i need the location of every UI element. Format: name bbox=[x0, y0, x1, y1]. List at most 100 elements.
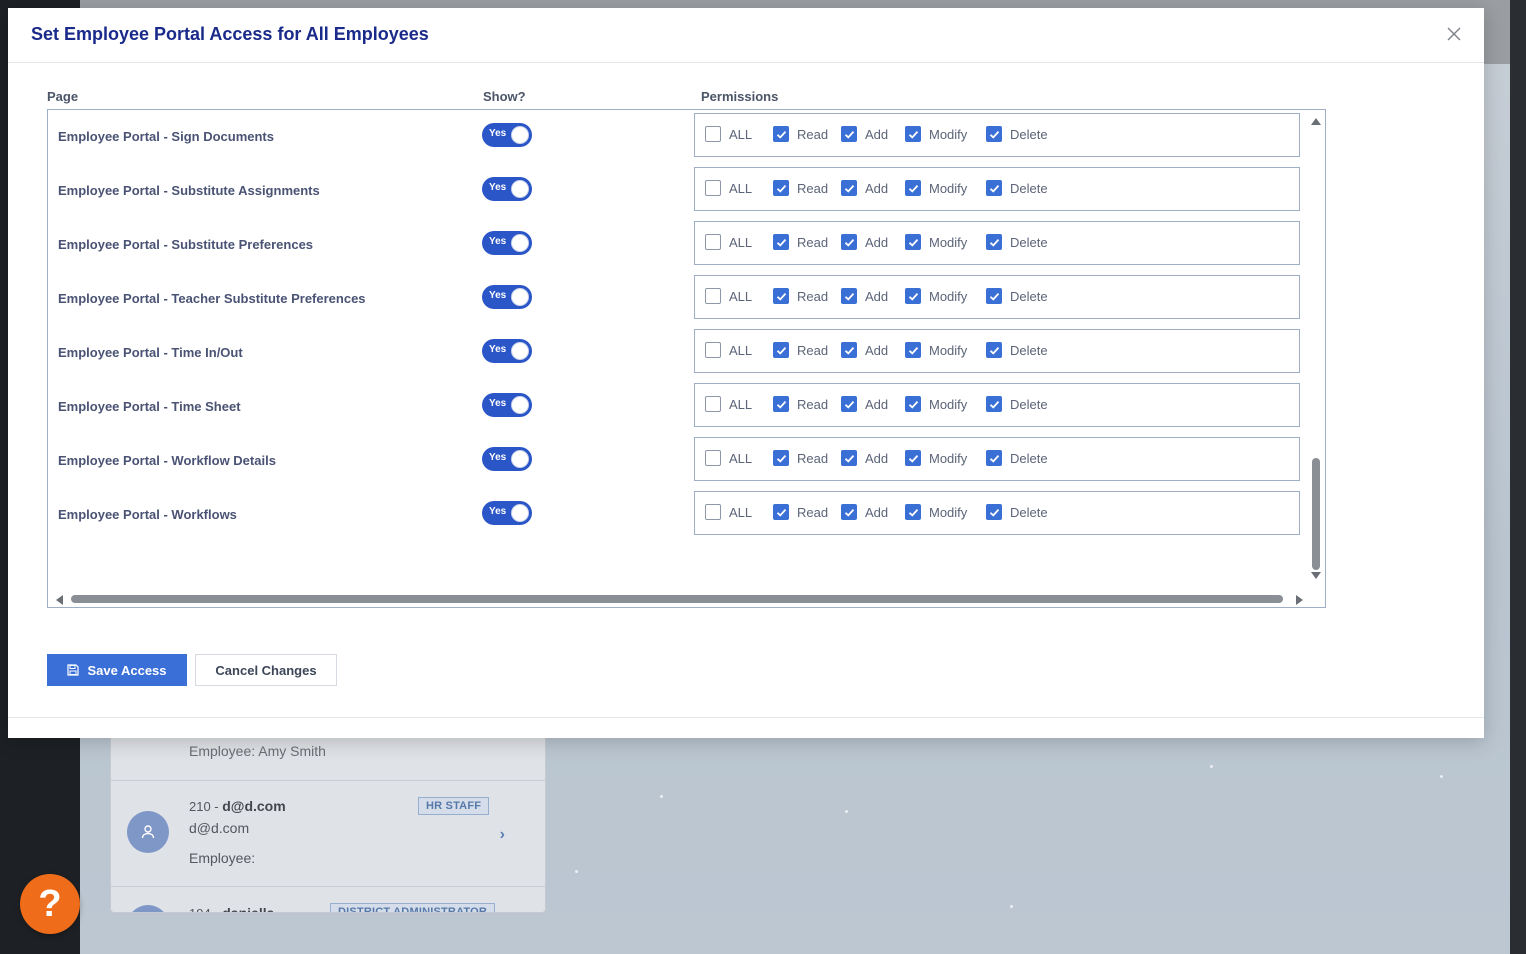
permission-modify[interactable]: Modify bbox=[905, 504, 967, 520]
permission-delete[interactable]: Delete bbox=[986, 450, 1048, 466]
add-checkbox[interactable] bbox=[841, 288, 857, 304]
cancel-changes-button[interactable]: Cancel Changes bbox=[195, 654, 337, 686]
modify-checkbox[interactable] bbox=[905, 288, 921, 304]
permission-delete[interactable]: Delete bbox=[986, 288, 1048, 304]
scroll-left-arrow-icon[interactable] bbox=[56, 595, 63, 605]
permission-modify[interactable]: Modify bbox=[905, 396, 967, 412]
all-checkbox[interactable] bbox=[705, 450, 721, 466]
horizontal-scroll-thumb[interactable] bbox=[71, 595, 1283, 603]
permission-delete[interactable]: Delete bbox=[986, 396, 1048, 412]
all-checkbox[interactable] bbox=[705, 504, 721, 520]
modify-checkbox[interactable] bbox=[905, 180, 921, 196]
scroll-up-arrow-icon[interactable] bbox=[1311, 118, 1321, 125]
save-access-button[interactable]: Save Access bbox=[47, 654, 187, 686]
permission-all[interactable]: ALL bbox=[705, 234, 752, 250]
permission-read[interactable]: Read bbox=[773, 450, 828, 466]
delete-checkbox[interactable] bbox=[986, 126, 1002, 142]
scroll-down-arrow-icon[interactable] bbox=[1311, 572, 1321, 579]
show-toggle[interactable]: Yes bbox=[482, 177, 532, 201]
permission-add[interactable]: Add bbox=[841, 288, 888, 304]
vertical-scrollbar[interactable] bbox=[1307, 110, 1325, 593]
horizontal-scrollbar[interactable] bbox=[48, 591, 1325, 607]
read-checkbox[interactable] bbox=[773, 396, 789, 412]
permission-add[interactable]: Add bbox=[841, 234, 888, 250]
all-checkbox[interactable] bbox=[705, 342, 721, 358]
permission-read[interactable]: Read bbox=[773, 288, 828, 304]
permission-delete[interactable]: Delete bbox=[986, 504, 1048, 520]
permission-add[interactable]: Add bbox=[841, 180, 888, 196]
read-checkbox[interactable] bbox=[773, 288, 789, 304]
permission-modify[interactable]: Modify bbox=[905, 450, 967, 466]
permission-add[interactable]: Add bbox=[841, 342, 888, 358]
add-checkbox[interactable] bbox=[841, 504, 857, 520]
add-checkbox[interactable] bbox=[841, 450, 857, 466]
modify-checkbox[interactable] bbox=[905, 396, 921, 412]
add-checkbox[interactable] bbox=[841, 342, 857, 358]
permission-read[interactable]: Read bbox=[773, 180, 828, 196]
delete-checkbox[interactable] bbox=[986, 180, 1002, 196]
add-checkbox[interactable] bbox=[841, 234, 857, 250]
delete-checkbox[interactable] bbox=[986, 288, 1002, 304]
show-toggle[interactable]: Yes bbox=[482, 393, 532, 417]
show-toggle[interactable]: Yes bbox=[482, 447, 532, 471]
show-toggle[interactable]: Yes bbox=[482, 231, 532, 255]
list-item[interactable]: 194 - daniella DISTRICT ADMINISTRATOR bbox=[111, 887, 545, 912]
permission-modify[interactable]: Modify bbox=[905, 234, 967, 250]
modify-checkbox[interactable] bbox=[905, 126, 921, 142]
show-toggle[interactable]: Yes bbox=[482, 501, 532, 525]
permission-all[interactable]: ALL bbox=[705, 396, 752, 412]
all-checkbox[interactable] bbox=[705, 396, 721, 412]
modify-checkbox[interactable] bbox=[905, 234, 921, 250]
help-button[interactable]: ? bbox=[20, 874, 80, 934]
permission-read[interactable]: Read bbox=[773, 504, 828, 520]
permission-all[interactable]: ALL bbox=[705, 504, 752, 520]
permission-add[interactable]: Add bbox=[841, 396, 888, 412]
show-toggle[interactable]: Yes bbox=[482, 339, 532, 363]
permission-delete[interactable]: Delete bbox=[986, 234, 1048, 250]
vertical-scroll-thumb[interactable] bbox=[1312, 458, 1320, 570]
close-button[interactable] bbox=[1442, 22, 1466, 46]
read-checkbox[interactable] bbox=[773, 234, 789, 250]
scroll-right-arrow-icon[interactable] bbox=[1296, 595, 1303, 605]
permission-delete[interactable]: Delete bbox=[986, 342, 1048, 358]
read-checkbox[interactable] bbox=[773, 450, 789, 466]
permission-add[interactable]: Add bbox=[841, 450, 888, 466]
permission-read[interactable]: Read bbox=[773, 126, 828, 142]
delete-checkbox[interactable] bbox=[986, 396, 1002, 412]
show-toggle[interactable]: Yes bbox=[482, 123, 532, 147]
all-checkbox[interactable] bbox=[705, 288, 721, 304]
list-item[interactable]: 210 - d@d.com HR STAFF d@d.com Employee:… bbox=[111, 781, 545, 887]
permission-modify[interactable]: Modify bbox=[905, 180, 967, 196]
all-checkbox[interactable] bbox=[705, 234, 721, 250]
permission-delete[interactable]: Delete bbox=[986, 180, 1048, 196]
read-checkbox[interactable] bbox=[773, 126, 789, 142]
chevron-right-icon[interactable]: › bbox=[500, 826, 505, 844]
all-checkbox[interactable] bbox=[705, 180, 721, 196]
read-checkbox[interactable] bbox=[773, 342, 789, 358]
permissions-scroll-area[interactable]: Employee Portal - Sign a Document Yes AL… bbox=[47, 109, 1326, 608]
modify-checkbox[interactable] bbox=[905, 504, 921, 520]
permission-modify[interactable]: Modify bbox=[905, 288, 967, 304]
permission-modify[interactable]: Modify bbox=[905, 126, 967, 142]
permission-add[interactable]: Add bbox=[841, 504, 888, 520]
add-checkbox[interactable] bbox=[841, 396, 857, 412]
add-checkbox[interactable] bbox=[841, 126, 857, 142]
permission-read[interactable]: Read bbox=[773, 234, 828, 250]
delete-checkbox[interactable] bbox=[986, 450, 1002, 466]
permission-all[interactable]: ALL bbox=[705, 126, 752, 142]
permission-read[interactable]: Read bbox=[773, 396, 828, 412]
permission-all[interactable]: ALL bbox=[705, 342, 752, 358]
modify-checkbox[interactable] bbox=[905, 342, 921, 358]
delete-checkbox[interactable] bbox=[986, 234, 1002, 250]
permission-read[interactable]: Read bbox=[773, 342, 828, 358]
permission-all[interactable]: ALL bbox=[705, 450, 752, 466]
permission-delete[interactable]: Delete bbox=[986, 126, 1048, 142]
add-checkbox[interactable] bbox=[841, 180, 857, 196]
delete-checkbox[interactable] bbox=[986, 504, 1002, 520]
permission-add[interactable]: Add bbox=[841, 126, 888, 142]
read-checkbox[interactable] bbox=[773, 504, 789, 520]
delete-checkbox[interactable] bbox=[986, 342, 1002, 358]
read-checkbox[interactable] bbox=[773, 180, 789, 196]
permission-all[interactable]: ALL bbox=[705, 288, 752, 304]
show-toggle[interactable]: Yes bbox=[482, 285, 532, 309]
